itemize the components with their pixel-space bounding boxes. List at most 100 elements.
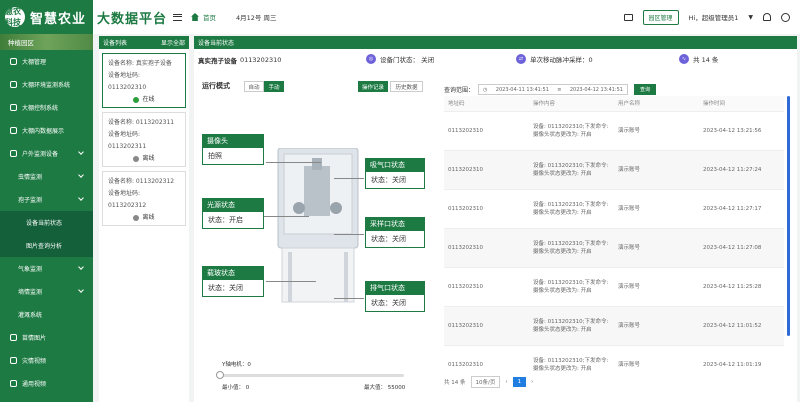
suction-value: 状态：关闭 [371, 176, 406, 184]
device-card-addr: 设备地址码: 0113202312 [108, 190, 147, 209]
prev-page-icon[interactable]: ‹ [505, 379, 507, 385]
sidebar-item-label: 灌溉系统 [18, 312, 43, 319]
next-page-icon[interactable]: › [531, 379, 533, 385]
chevron-down-icon[interactable]: ▼ [748, 14, 753, 21]
home-icon [191, 13, 200, 21]
pulse-icon: ⇄ [516, 54, 526, 64]
range-separator-icon: ≡ [557, 86, 562, 93]
device-list-panel: 设备列表 显示全部 设备名称: 真实孢子设备 设备地址码: 0113202310 在线… [99, 36, 189, 402]
camera-status-card[interactable]: 摄像头 拍照 [202, 134, 264, 165]
menu-icon [10, 380, 17, 387]
device-card[interactable]: 设备名称: 0113202311 设备地址码: 0113202311 离线 [102, 112, 186, 167]
date-to: 2023-04-12 13:41:51 [569, 86, 623, 93]
sidebar-item-label: 图片查询分析 [26, 243, 63, 250]
park-banner: 种植园区 [0, 34, 93, 50]
cell-addr: 0113202310 [444, 227, 529, 267]
user-icon[interactable] [781, 12, 790, 22]
cell-addr: 0113202310 [444, 110, 529, 150]
cell-user: 演示账号 [614, 266, 699, 306]
cell-time: 2023-04-12 11:27:17 [699, 188, 784, 228]
chevron-down-icon [78, 264, 84, 270]
table-row: 0113202310 设备: 0113202310;下发命令: 摄像头状态更改为:… [444, 266, 784, 306]
sidebar-item[interactable]: 墒情监测 [0, 280, 93, 303]
panel-title: 设备当前状态 [198, 40, 235, 47]
slide-title: 载玻状态 [203, 267, 263, 280]
menu-toggle-icon[interactable] [173, 13, 183, 21]
cell-op: 设备: 0113202310;下发命令: 摄像头状态更改为: 开启 [529, 344, 614, 384]
cell-op: 设备: 0113202310;下发命令: 摄像头状态更改为: 开启 [529, 266, 614, 306]
cell-op: 设备: 0113202310;下发命令: 摄像头状态更改为: 开启 [529, 149, 614, 189]
device-status-panel: 设备当前状态 真实孢子设备 0113202310 ◎ 设备门状态： 关闭 ⇄ 单次移… [194, 36, 797, 402]
slide-status-card: 载玻状态 状态：关闭 [202, 266, 264, 297]
table-row: 0113202310 设备: 0113202310;下发命令: 摄像头状态更改为:… [444, 110, 784, 150]
exhaust-value: 状态：关闭 [371, 299, 406, 307]
cell-addr: 0113202310 [444, 188, 529, 228]
sidebar-item[interactable]: 孢子监测 [0, 188, 93, 211]
sidebar-item[interactable]: 气象监测 [0, 257, 93, 280]
clock-icon: ◷ [483, 86, 488, 93]
sidebar-item-label: 户外监测设备 [22, 151, 59, 158]
sidebar-item[interactable]: 通用视频 [0, 372, 93, 395]
slider-max: 最大值： 55000 [364, 385, 406, 391]
bell-icon[interactable] [763, 13, 771, 21]
device-card[interactable]: 设备名称: 真实孢子设备 设备地址码: 0113202310 在线 [102, 53, 186, 108]
cell-time: 2023-04-12 11:25:28 [699, 266, 784, 306]
exhaust-status-card: 排气口状态 状态：关闭 [365, 281, 425, 312]
sidebar-item-label: 灾情视频 [22, 358, 47, 365]
sidebar-item[interactable]: 大棚管理 [0, 50, 93, 73]
light-status-card: 光源状态 状态：开启 [202, 198, 264, 229]
date-from: 2023-04-11 13:41:51 [495, 86, 549, 93]
device-list-title: 设备列表 [103, 40, 128, 47]
sidebar-item[interactable]: 大棚环境监测系统 [0, 73, 93, 96]
sidebar-item[interactable]: 户外监测设备 [0, 142, 93, 165]
show-all-link[interactable]: 显示全部 [161, 38, 185, 47]
cell-time: 2023-04-12 13:21:56 [699, 110, 784, 150]
park-manage-button[interactable]: 园区管理 [642, 9, 679, 25]
device-card[interactable]: 设备名称: 0113202312 设备地址码: 0113202312 离线 [102, 171, 186, 226]
slide-connector [266, 281, 316, 282]
column-header: 操作内容 [529, 96, 614, 111]
op-log-tab[interactable]: 操作记录 [358, 81, 388, 92]
sidebar-item[interactable]: 大棚控制系统 [0, 96, 93, 119]
cell-user: 演示账号 [614, 344, 699, 384]
slider-handle[interactable] [216, 371, 224, 379]
cell-time: 2023-04-12 11:01:19 [699, 344, 784, 384]
auto-mode-button[interactable]: 自动 [244, 81, 264, 92]
device-status: 在线 [142, 96, 155, 103]
brand: 慧农科技 智慧农业 [0, 0, 93, 34]
y-axis-slider[interactable] [216, 371, 404, 379]
cell-addr: 0113202310 [444, 149, 529, 189]
current-page[interactable]: 1 [512, 377, 527, 387]
table-scrollbar[interactable] [787, 96, 790, 336]
total-sample: 共 14 条 [693, 56, 719, 64]
sidebar-item[interactable]: 灌溉系统 [0, 303, 93, 326]
cell-time: 2023-04-12 11:27:24 [699, 149, 784, 189]
sidebar: 种植园区 大棚管理大棚环境监测系统大棚控制系统 大棚内数据展示户外监测设备虫情监测… [0, 34, 93, 402]
date-range-input[interactable]: ◷ 2023-04-11 13:41:51 ≡ 2023-04-12 13:41… [478, 84, 629, 95]
camera-connector [266, 162, 321, 163]
menu-icon [10, 81, 17, 88]
user-greeting[interactable]: Hi，超级管理员1 [689, 12, 739, 22]
sidebar-item[interactable]: 灾情视频 [0, 349, 93, 372]
pagination: 共 14 条 10条/页 ‹ 1 › [444, 376, 533, 388]
sidebar-item[interactable]: 虫情监测 [0, 165, 93, 188]
device-card-name: 设备名称: 0113202311 [108, 119, 175, 126]
total-icon: ∿ [679, 54, 689, 64]
query-button[interactable]: 查询 [634, 84, 657, 95]
cell-user: 演示账号 [614, 149, 699, 189]
monitor-icon[interactable] [623, 13, 633, 21]
chevron-down-icon [78, 195, 84, 201]
sidebar-item[interactable]: 设备当前状态 [0, 211, 93, 234]
query-range-label: 查询范围： [444, 87, 475, 94]
history-tab[interactable]: 历史数据 [390, 81, 423, 92]
page-size-select[interactable]: 10条/页 [470, 376, 501, 388]
cell-user: 演示账号 [614, 305, 699, 345]
menu-icon [10, 58, 17, 65]
home-breadcrumb[interactable]: 首页 [191, 12, 216, 22]
cell-user: 演示账号 [614, 227, 699, 267]
manual-mode-button[interactable]: 手动 [264, 81, 284, 92]
sidebar-item[interactable]: 大棚内数据展示 [0, 119, 93, 142]
sidebar-item[interactable]: 苗情图片 [0, 326, 93, 349]
sidebar-item-label: 大棚环境监测系统 [22, 82, 71, 89]
sidebar-item[interactable]: 图片查询分析 [0, 234, 93, 257]
